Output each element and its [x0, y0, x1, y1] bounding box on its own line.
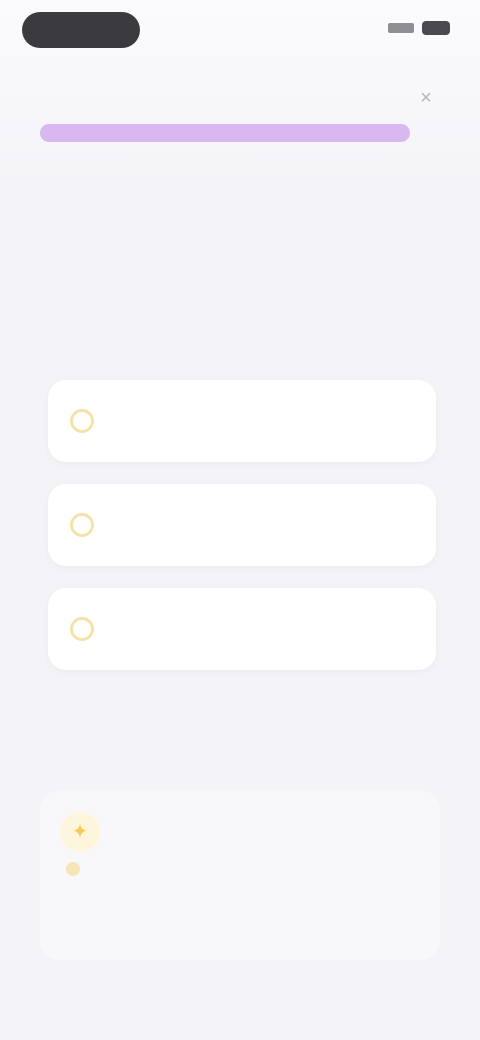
radio-icon — [70, 513, 94, 537]
dynamic-island — [22, 12, 140, 48]
tip-card: ✦ — [40, 790, 440, 960]
progress-bar — [40, 124, 410, 142]
decorative-dot — [66, 862, 80, 876]
option-item-1[interactable] — [48, 380, 436, 462]
status-bar-icons — [388, 18, 450, 38]
radio-icon — [70, 409, 94, 433]
battery-icon — [422, 21, 450, 35]
options-list — [48, 380, 436, 692]
radio-icon — [70, 617, 94, 641]
lightbulb-icon: ✦ — [60, 812, 100, 852]
close-icon[interactable]: × — [414, 86, 438, 110]
progress-bar-fill — [40, 124, 410, 142]
option-item-2[interactable] — [48, 484, 436, 566]
option-item-3[interactable] — [48, 588, 436, 670]
signal-icon — [388, 23, 414, 33]
nav-title — [150, 90, 330, 108]
